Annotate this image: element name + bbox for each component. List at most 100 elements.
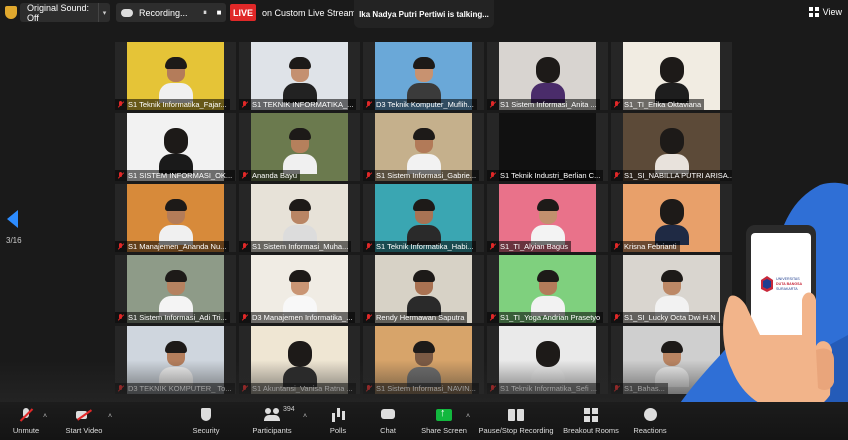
participant-tile[interactable]: D3 Manajemen Informatika_...	[239, 255, 360, 323]
original-sound-toggle[interactable]: Original Sound: Off ▾	[20, 3, 110, 23]
participant-tile[interactable]: S1 Manajemen_Ananda Nu...	[115, 184, 236, 252]
participant-tile[interactable]: S1 TEKNIK INFORMATIKA_...	[239, 42, 360, 110]
share-options-caret-icon[interactable]: ˄	[466, 413, 470, 420]
muted-mic-icon	[490, 243, 496, 250]
participant-name: S1 Sistem Informasi_Adi Tri...	[128, 313, 227, 322]
cloud-recording-icon	[121, 8, 133, 17]
participant-count: 394	[283, 405, 295, 413]
participant-figure	[282, 57, 317, 104]
muted-mic-icon	[366, 172, 372, 179]
participant-tile[interactable]: S1 Teknik Informatika_Habi...	[363, 184, 484, 252]
muted-mic-icon	[118, 172, 124, 179]
participant-tile[interactable]: S1 SISTEM INFORMASI_OK...	[115, 113, 236, 181]
participant-figure	[406, 57, 441, 104]
muted-mic-icon	[242, 385, 248, 392]
participant-tile[interactable]: S1 Teknik Industri_Berlian C...	[487, 113, 608, 181]
security-label: Security	[192, 425, 220, 435]
muted-mic-icon	[366, 314, 372, 321]
video-options-caret-icon[interactable]: ˄	[108, 413, 112, 420]
participant-figure	[654, 128, 689, 175]
participant-tile[interactable]: S1 Sistem Informasi_Gabrie...	[363, 113, 484, 181]
participant-name-label: Krisna Febrianti	[611, 241, 680, 252]
participant-tile[interactable]: S1 Sistem Informasi_NAVIN...	[363, 326, 484, 394]
share-screen-button[interactable]: Share Screen	[420, 402, 468, 440]
chat-button[interactable]: Chat	[376, 402, 400, 440]
reactions-button[interactable]: Reactions	[630, 402, 670, 440]
encryption-shield-icon[interactable]	[5, 6, 17, 19]
participant-name-label: D3 Teknik Komputer_Muflih...	[363, 99, 477, 110]
participant-tile[interactable]: S1_TI_Alyian Bagus	[487, 184, 608, 252]
participant-name: S1 Sistem Informasi_Gabrie...	[376, 171, 477, 180]
participant-figure	[158, 57, 193, 104]
meeting-top-bar: Original Sound: Off ▾ Recording... ⏸ ■ L…	[0, 0, 848, 28]
participant-tile[interactable]: S1 Akuntansi_Vanisa Ratna ...	[239, 326, 360, 394]
participant-figure	[158, 128, 193, 175]
participant-tile[interactable]: S1_SI_Lucky Octa Dwi H.N	[611, 255, 732, 323]
chevron-down-icon[interactable]: ▾	[98, 3, 110, 22]
participant-name-label: S1 Sistem Informasi_Anita ...	[487, 99, 600, 110]
participant-name: D3 Manajemen Informatika_...	[252, 313, 353, 322]
muted-mic-icon	[614, 314, 620, 321]
participants-button[interactable]: 394 Participants	[248, 402, 296, 440]
meeting-toolbar: Unmute ˄ Start Video ˄ Security 394 Part…	[0, 402, 848, 440]
breakout-rooms-button[interactable]: Breakout Rooms	[562, 402, 620, 440]
pause-recording-button[interactable]: ⏸	[198, 8, 212, 18]
participant-tile[interactable]: S1_Bahas...	[611, 326, 732, 394]
unmute-button[interactable]: Unmute	[8, 402, 44, 440]
university-line-2: DUTA BANGSA	[776, 282, 803, 286]
participant-name-label: S1 Sistem Informasi_Adi Tri...	[115, 312, 230, 323]
live-badge[interactable]: LIVE	[230, 4, 256, 21]
participant-tile[interactable]: S1_TI_Erika Oktaviana	[611, 42, 732, 110]
shield-icon	[198, 407, 214, 422]
previous-page-arrow-icon[interactable]	[7, 210, 18, 228]
participant-name: S1_Bahas...	[624, 384, 665, 393]
participant-name: S1 Teknik Informatika_Habi...	[376, 242, 474, 251]
muted-mic-icon	[242, 101, 248, 108]
participant-tile[interactable]: Ananda Bayu	[239, 113, 360, 181]
participant-figure	[530, 270, 565, 317]
university-line-3: SURAKARTA	[776, 287, 798, 291]
muted-mic-icon	[490, 385, 496, 392]
participant-name-label: S1 Sistem Informasi_Muha...	[239, 241, 352, 252]
participant-tile[interactable]: D3 Teknik Komputer_Muflih...	[363, 42, 484, 110]
pause-stop-recording-button[interactable]: Pause/Stop Recording	[478, 402, 554, 440]
participant-figure	[530, 57, 565, 104]
muted-mic-icon	[242, 172, 248, 179]
polls-button[interactable]: Polls	[326, 402, 350, 440]
participant-name-label: D3 TEKNIK KOMPUTER_ To...	[115, 383, 235, 394]
participant-tile[interactable]: S1 Teknik Informatika_Fajar...	[115, 42, 236, 110]
participant-name: S1_SI_NABILLA PUTRI ARISA...	[624, 171, 732, 180]
participant-figure	[406, 128, 441, 175]
muted-mic-icon	[366, 385, 372, 392]
gallery-page-indicator: 3/16	[6, 236, 22, 245]
participant-tile[interactable]: D3 TEKNIK KOMPUTER_ To...	[115, 326, 236, 394]
university-line-1: UNIVERSITAS	[776, 277, 800, 281]
participant-figure	[406, 270, 441, 317]
pause-stop-recording-label: Pause/Stop Recording	[478, 425, 554, 435]
participant-tile[interactable]: S1 Teknik Informatika_Sefi ...	[487, 326, 608, 394]
stop-recording-button[interactable]: ■	[212, 8, 226, 17]
participant-name: D3 Teknik Komputer_Muflih...	[376, 100, 474, 109]
security-button[interactable]: Security	[188, 402, 224, 440]
participant-tile[interactable]: Krisna Febrianti	[611, 184, 732, 252]
polls-label: Polls	[329, 425, 347, 435]
live-stream-destination: on Custom Live Streaming Service	[262, 8, 354, 18]
participant-name: S1_TI_Yoga Andrian Prasetyo	[500, 313, 601, 322]
participant-tile[interactable]: S1_TI_Yoga Andrian Prasetyo	[487, 255, 608, 323]
participant-name: S1 Teknik Informatika_Fajar...	[128, 100, 227, 109]
muted-mic-icon	[366, 101, 372, 108]
participant-tile[interactable]: Rendy Hermawan Saputra	[363, 255, 484, 323]
participant-tile[interactable]: S1 Sistem Informasi_Anita ...	[487, 42, 608, 110]
start-video-button[interactable]: Start Video	[62, 402, 106, 440]
muted-mic-icon	[366, 243, 372, 250]
participant-tile[interactable]: S1 Sistem Informasi_Adi Tri...	[115, 255, 236, 323]
participant-figure	[282, 199, 317, 246]
participant-figure	[158, 341, 193, 388]
university-logo-icon	[761, 276, 773, 292]
view-button[interactable]: View	[808, 7, 842, 17]
participant-tile[interactable]: S1_SI_NABILLA PUTRI ARISA...	[611, 113, 732, 181]
muted-mic-icon	[614, 101, 620, 108]
audio-options-caret-icon[interactable]: ˄	[43, 413, 47, 420]
participant-tile[interactable]: S1 Sistem Informasi_Muha...	[239, 184, 360, 252]
participants-options-caret-icon[interactable]: ˄	[303, 413, 307, 420]
